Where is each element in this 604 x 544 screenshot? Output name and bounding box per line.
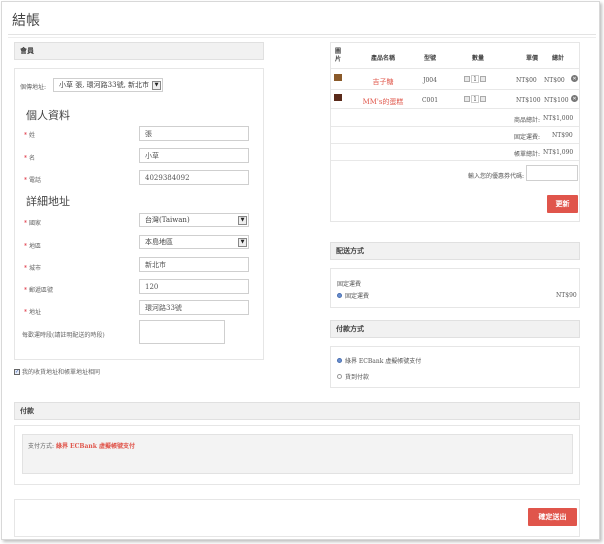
payment-radio[interactable]	[337, 358, 342, 363]
payment-option-ecbank[interactable]: 綠界 ECBank 虛擬帳號支付	[337, 356, 421, 365]
chevron-down-icon: ▼	[238, 215, 247, 225]
region-select[interactable]: 本島地區 ▼	[139, 235, 249, 249]
shipping-group-label: 固定運費	[337, 281, 362, 288]
firstname-input[interactable]: 小草	[139, 148, 249, 163]
lastname-input[interactable]: 張	[139, 126, 249, 141]
delivery-note-textarea[interactable]	[139, 320, 225, 344]
col-total: 總計	[551, 55, 564, 62]
member-header-text: 會員	[20, 46, 34, 55]
chevron-down-icon: ▼	[152, 80, 161, 90]
subtotal-value: NT$1,000	[543, 115, 574, 122]
shipping-fee-label: 固定運費:	[513, 134, 540, 141]
product-thumbnail[interactable]	[334, 94, 342, 101]
title-divider	[8, 34, 596, 35]
line-total: NT$100	[544, 97, 569, 104]
same-address-label: 我的收貨地址和帳單地址相同	[22, 369, 101, 376]
payment-section-header: 付款	[14, 402, 580, 420]
zip-input[interactable]: 120	[139, 279, 249, 294]
payment-method-panel	[330, 346, 580, 388]
personal-heading: 個人資料	[26, 109, 70, 122]
payment-option-cod[interactable]: 貨到付款	[337, 372, 369, 381]
subtotal-label: 商品總計:	[513, 117, 540, 124]
title-divider-2	[8, 37, 596, 38]
qty-increase-button[interactable]	[480, 96, 486, 102]
cart-panel	[330, 42, 580, 222]
field-label-phone: * 電話	[24, 177, 42, 184]
remove-item-icon[interactable]: ✕	[571, 95, 578, 102]
field-label-city: * 城市	[24, 265, 42, 272]
shipping-fee-value: NT$90	[552, 132, 573, 139]
city-input[interactable]: 新北市	[139, 257, 249, 272]
col-price: 單價	[525, 55, 538, 62]
col-model: 型號	[423, 55, 436, 62]
field-label-region: * 地區	[24, 243, 42, 250]
update-button[interactable]: 更新	[547, 195, 578, 213]
payment-info: 支付方式: 綠界 ECBank 虛擬帳號支付	[28, 443, 135, 450]
qty-stepper[interactable]: 1	[464, 75, 486, 83]
product-model: C001	[421, 97, 439, 104]
qty-increase-button[interactable]	[480, 76, 486, 82]
field-label-street: * 地址	[24, 309, 42, 316]
qty-decrease-button[interactable]	[464, 96, 470, 102]
qty-decrease-button[interactable]	[464, 76, 470, 82]
col-image: 圖片	[334, 48, 341, 63]
required-mark: *	[24, 132, 27, 139]
totals-divider	[331, 126, 579, 127]
shipping-option-price: NT$90	[556, 292, 577, 299]
col-qty: 數量	[471, 55, 484, 62]
phone-input[interactable]: 4029384092	[139, 170, 249, 185]
field-label-country: * 國家	[24, 220, 42, 227]
cart-header-divider	[331, 68, 579, 69]
payment-radio[interactable]	[337, 374, 342, 379]
field-label-firstname: * 名	[24, 155, 36, 162]
shipping-section-header: 配送方式	[330, 242, 580, 260]
line-total: NT$00	[544, 77, 565, 84]
product-link[interactable]: 吉子糖	[358, 77, 408, 87]
confirm-panel	[14, 499, 580, 537]
remove-item-icon[interactable]: ✕	[571, 75, 578, 82]
col-product: 產品名稱	[370, 55, 395, 62]
address-heading: 詳細地址	[26, 195, 70, 208]
totals-divider	[331, 143, 579, 144]
street-input[interactable]: 環河路33號	[139, 300, 249, 315]
field-label-zip: * 郵遞區號	[24, 287, 54, 294]
grand-total-label: 帳單總計:	[513, 151, 540, 158]
saved-address-label: 個傳地址:	[20, 84, 47, 91]
member-section-header: 會員	[14, 42, 264, 60]
shipping-option[interactable]: 固定運費	[337, 291, 369, 300]
page-title: 結帳	[12, 13, 40, 29]
cart-row-divider	[331, 108, 579, 109]
qty-stepper[interactable]: 1	[464, 95, 486, 103]
field-label-lastname: * 姓	[24, 132, 36, 139]
confirm-button[interactable]: 確定送出	[528, 508, 577, 526]
coupon-label: 輸入您的優惠券代碼:	[467, 173, 524, 180]
grand-total-value: NT$1,090	[543, 149, 574, 156]
chevron-down-icon: ▼	[238, 237, 247, 247]
product-link[interactable]: MM's的蛋糕	[358, 97, 408, 107]
saved-address-value: 小草 張, 環河路33號, 新北市	[59, 81, 150, 89]
product-model: J004	[423, 77, 437, 84]
product-thumbnail[interactable]	[334, 74, 342, 81]
coupon-input[interactable]	[526, 165, 578, 181]
same-address-checkbox[interactable]: ✓	[14, 368, 20, 375]
totals-divider	[331, 160, 579, 161]
payment-method-header: 付款方式	[330, 320, 580, 338]
unit-price: NT$00	[516, 77, 537, 84]
qty-value[interactable]: 1	[471, 95, 479, 103]
qty-value[interactable]: 1	[471, 75, 479, 83]
saved-address-select[interactable]: 小草 張, 環河路33號, 新北市 ▼	[53, 78, 163, 92]
same-address-row: ✓ 我的收貨地址和帳單地址相同	[14, 367, 100, 376]
cart-row-divider	[331, 89, 579, 90]
shipping-panel	[330, 268, 580, 308]
note-label: 每歡運時段(請註明配送的時段)	[22, 332, 105, 339]
unit-price: NT$100	[516, 97, 541, 104]
payment-info-box	[22, 434, 573, 474]
shipping-radio[interactable]	[337, 293, 342, 298]
payment-info-value: 綠界 ECBank 虛擬帳號支付	[55, 443, 135, 450]
country-select[interactable]: 台灣(Taiwan) ▼	[139, 213, 249, 227]
